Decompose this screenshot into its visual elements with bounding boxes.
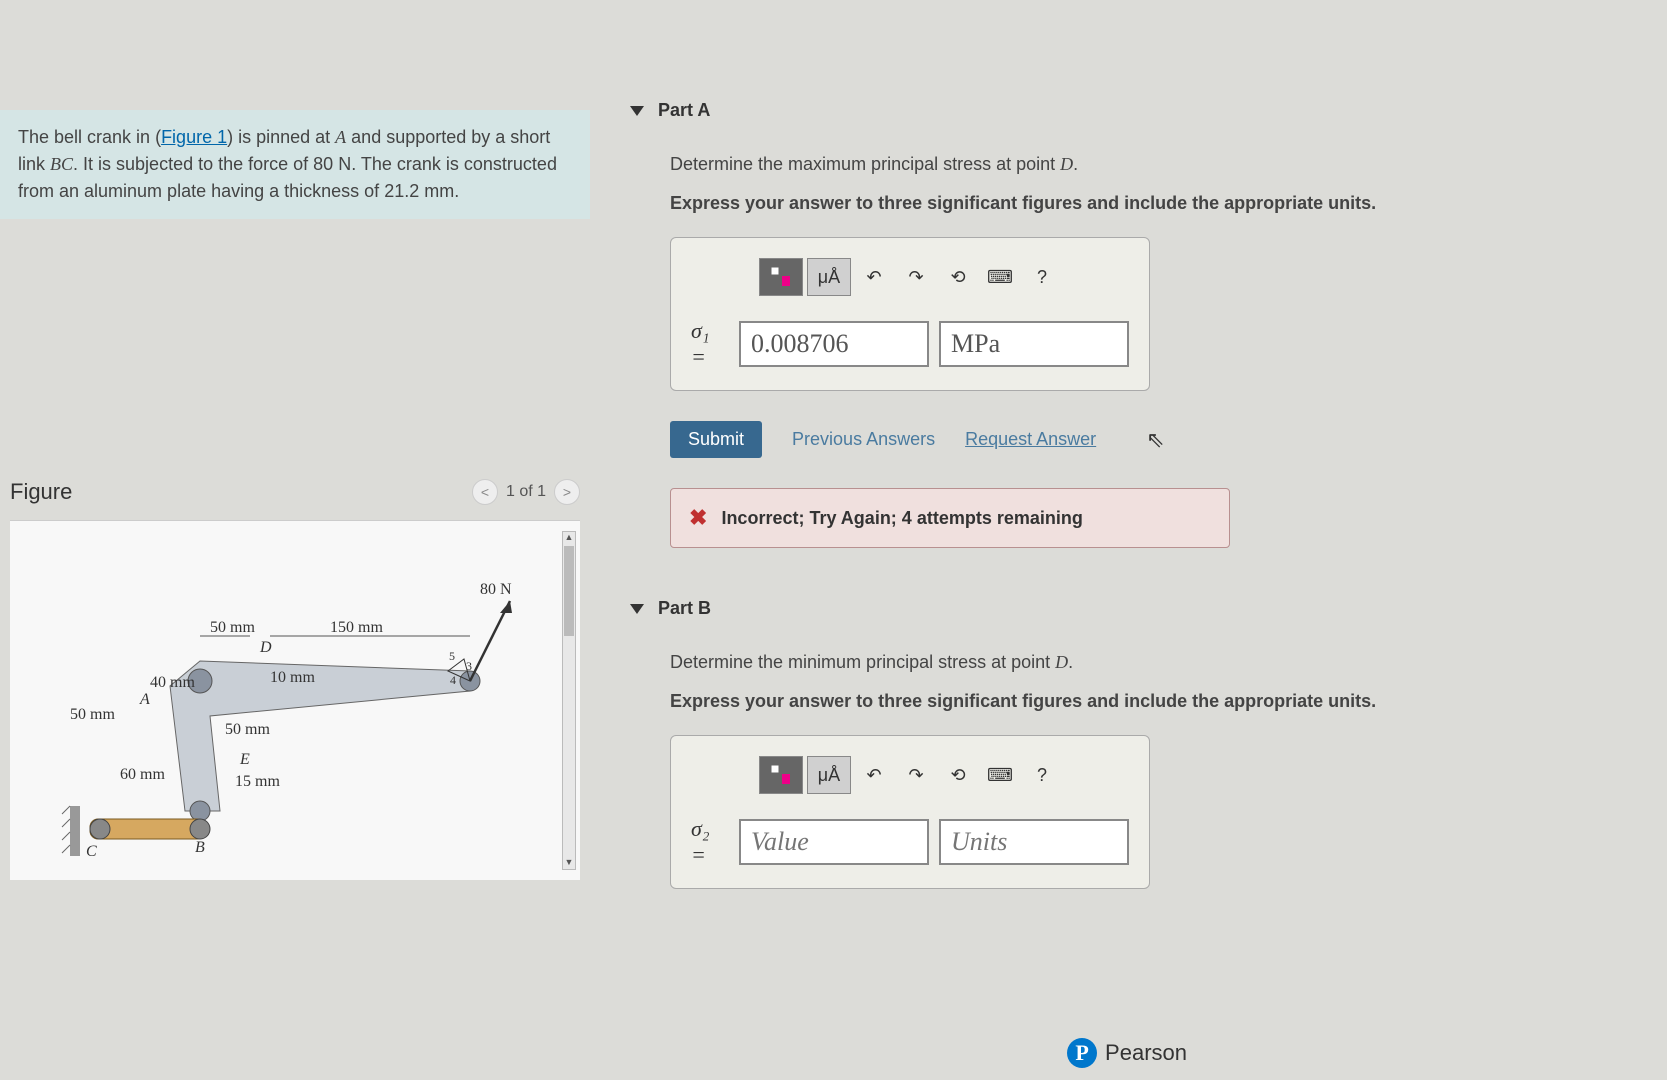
feedback-box: ✖ Incorrect; Try Again; 4 attempts remai… — [670, 488, 1230, 548]
var-BC: BC — [50, 154, 73, 174]
part-a-title: Part A — [658, 100, 710, 121]
problem-statement: The bell crank in (Figure 1) is pinned a… — [0, 110, 590, 219]
keyboard-icon[interactable]: ⌨ — [981, 756, 1019, 794]
part-a-instr-post: . — [1073, 154, 1078, 174]
sigma1-units-input[interactable] — [939, 321, 1129, 367]
pearson-logo-icon: P — [1067, 1038, 1097, 1068]
figure-scrollbar[interactable]: ▲ ▼ — [562, 531, 576, 870]
fig-dim-60: 60 mm — [120, 766, 165, 784]
figure-counter: 1 of 1 — [506, 483, 546, 501]
part-a-header[interactable]: Part A — [630, 100, 1627, 121]
part-b-instr-post: . — [1068, 652, 1073, 672]
template-tool-icon[interactable] — [759, 756, 803, 794]
part-b-instr-pre: Determine the minimum principal stress a… — [670, 652, 1055, 672]
sigma2-units-input[interactable] — [939, 819, 1129, 865]
part-a-answer-box: μÅ ↶ ↷ ⟲ ⌨ ? σ₁ = — [670, 237, 1150, 391]
collapse-icon — [630, 106, 644, 116]
fig-point-B: B — [195, 839, 205, 857]
undo-icon[interactable]: ↶ — [855, 756, 893, 794]
previous-answers-link[interactable]: Previous Answers — [792, 429, 935, 450]
scroll-down-icon[interactable]: ▼ — [564, 857, 574, 869]
cursor-icon: ⇖ — [1146, 427, 1164, 453]
sigma2-label: σ₂ = — [691, 816, 729, 868]
fig-tri-4: 4 — [450, 673, 456, 688]
part-b-header[interactable]: Part B — [630, 598, 1627, 619]
sigma1-value-input[interactable] — [739, 321, 929, 367]
undo-icon[interactable]: ↶ — [855, 258, 893, 296]
sigma2-value-input[interactable] — [739, 819, 929, 865]
figure-diagram: 80 N 50 mm 150 mm D 40 mm 10 mm A 50 mm … — [50, 541, 550, 861]
var-A: A — [335, 127, 346, 147]
scrollbar-thumb[interactable] — [564, 546, 574, 636]
part-a-instr-pre: Determine the maximum principal stress a… — [670, 154, 1060, 174]
fig-tri-5: 5 — [449, 649, 455, 664]
unit-mm: mm — [424, 181, 454, 201]
request-answer-link[interactable]: Request Answer — [965, 429, 1096, 450]
sigma1-label: σ₁ = — [691, 318, 729, 370]
fig-point-A: A — [140, 691, 150, 709]
fig-force-label: 80 N — [480, 581, 512, 599]
problem-text-6: . — [454, 181, 459, 201]
figure-title: Figure — [10, 479, 72, 505]
fig-point-D: D — [260, 639, 272, 657]
pearson-brand-text: Pearson — [1105, 1040, 1187, 1066]
fig-point-E: E — [240, 751, 250, 769]
part-b-instruction-1: Determine the minimum principal stress a… — [670, 649, 1627, 676]
figure-next-button[interactable]: > — [554, 479, 580, 505]
figure-link[interactable]: Figure 1 — [161, 127, 227, 147]
fig-tri-3: 3 — [466, 659, 472, 674]
part-b-point-D: D — [1055, 652, 1068, 672]
unit-N: N — [338, 154, 351, 174]
fig-dim-50c: 50 mm — [225, 721, 270, 739]
incorrect-icon: ✖ — [689, 505, 707, 531]
problem-text-2: ) is pinned at — [227, 127, 335, 147]
fig-dim-10: 10 mm — [270, 669, 315, 687]
units-tool-button[interactable]: μÅ — [807, 756, 851, 794]
fig-dim-15: 15 mm — [235, 773, 280, 791]
keyboard-icon[interactable]: ⌨ — [981, 258, 1019, 296]
redo-icon[interactable]: ↷ — [897, 756, 935, 794]
reset-icon[interactable]: ⟲ — [939, 258, 977, 296]
reset-icon[interactable]: ⟲ — [939, 756, 977, 794]
help-icon[interactable]: ? — [1023, 756, 1061, 794]
units-tool-button[interactable]: μÅ — [807, 258, 851, 296]
redo-icon[interactable]: ↷ — [897, 258, 935, 296]
fig-dim-150: 150 mm — [330, 619, 383, 637]
help-icon[interactable]: ? — [1023, 258, 1061, 296]
fig-dim-40: 40 mm — [150, 674, 195, 692]
fig-dim-50a: 50 mm — [210, 619, 255, 637]
submit-button[interactable]: Submit — [670, 421, 762, 458]
scroll-up-icon[interactable]: ▲ — [564, 532, 574, 544]
part-b-instruction-2: Express your answer to three significant… — [670, 688, 1627, 715]
figure-prev-button[interactable]: < — [472, 479, 498, 505]
fig-point-C: C — [86, 843, 97, 861]
fig-dim-50b: 50 mm — [70, 706, 115, 724]
figure-viewport: 80 N 50 mm 150 mm D 40 mm 10 mm A 50 mm … — [10, 520, 580, 880]
part-a-point-D: D — [1060, 154, 1073, 174]
template-tool-icon[interactable] — [759, 258, 803, 296]
figure-nav: < 1 of 1 > — [472, 479, 580, 505]
part-a-instruction-2: Express your answer to three significant… — [670, 190, 1627, 217]
problem-text-1: The bell crank in ( — [18, 127, 161, 147]
feedback-text: Incorrect; Try Again; 4 attempts remaini… — [721, 508, 1082, 529]
part-b-title: Part B — [658, 598, 711, 619]
part-b-toolbar: μÅ ↶ ↷ ⟲ ⌨ ? — [691, 756, 1129, 794]
part-b-answer-box: μÅ ↶ ↷ ⟲ ⌨ ? σ₂ = — [670, 735, 1150, 889]
part-a-instruction-1: Determine the maximum principal stress a… — [670, 151, 1627, 178]
problem-text-4: . It is subjected to the force of 80 — [73, 154, 338, 174]
figure-panel: Figure < 1 of 1 > — [0, 479, 590, 880]
pearson-footer: P Pearson — [1067, 1038, 1187, 1068]
part-a-toolbar: μÅ ↶ ↷ ⟲ ⌨ ? — [691, 258, 1129, 296]
collapse-icon — [630, 604, 644, 614]
